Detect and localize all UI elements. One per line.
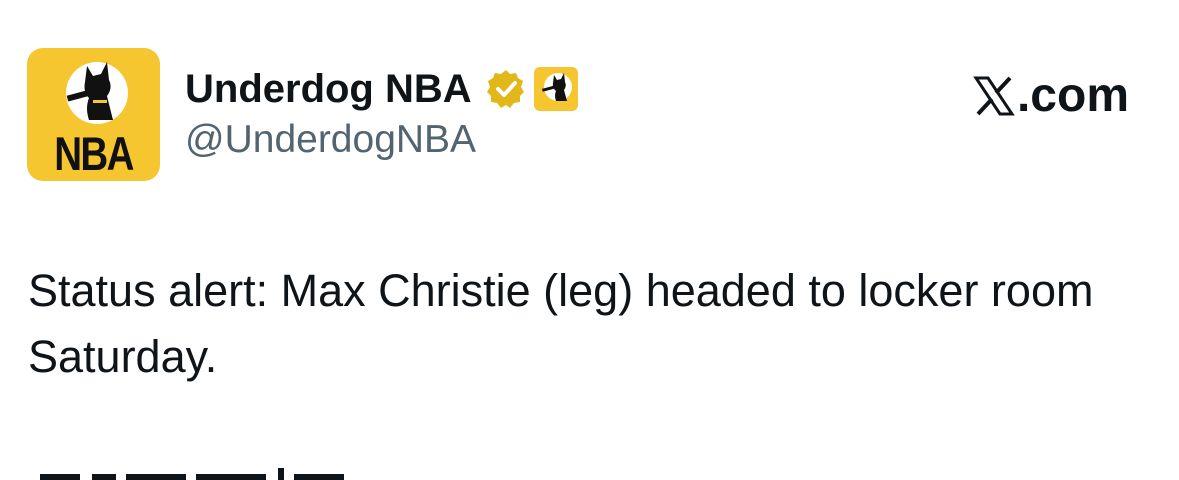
avatar[interactable]: NBA	[27, 48, 160, 181]
author-name-row: Underdog NBA	[185, 63, 580, 115]
x-logo-icon	[973, 76, 1015, 115]
display-name[interactable]: Underdog NBA	[185, 67, 472, 112]
source-text: .com	[1016, 69, 1129, 122]
verified-gold-icon[interactable]	[484, 67, 528, 111]
tweet-text: Status alert: Max Christie (leg) headed …	[28, 265, 1094, 382]
cut-off-text	[40, 468, 344, 480]
author-handle[interactable]: @UnderdogNBA	[185, 118, 476, 162]
underdog-affiliate-icon[interactable]	[532, 65, 580, 113]
avatar-text: NBA	[54, 127, 134, 180]
source-label[interactable]: .com	[973, 68, 1129, 123]
